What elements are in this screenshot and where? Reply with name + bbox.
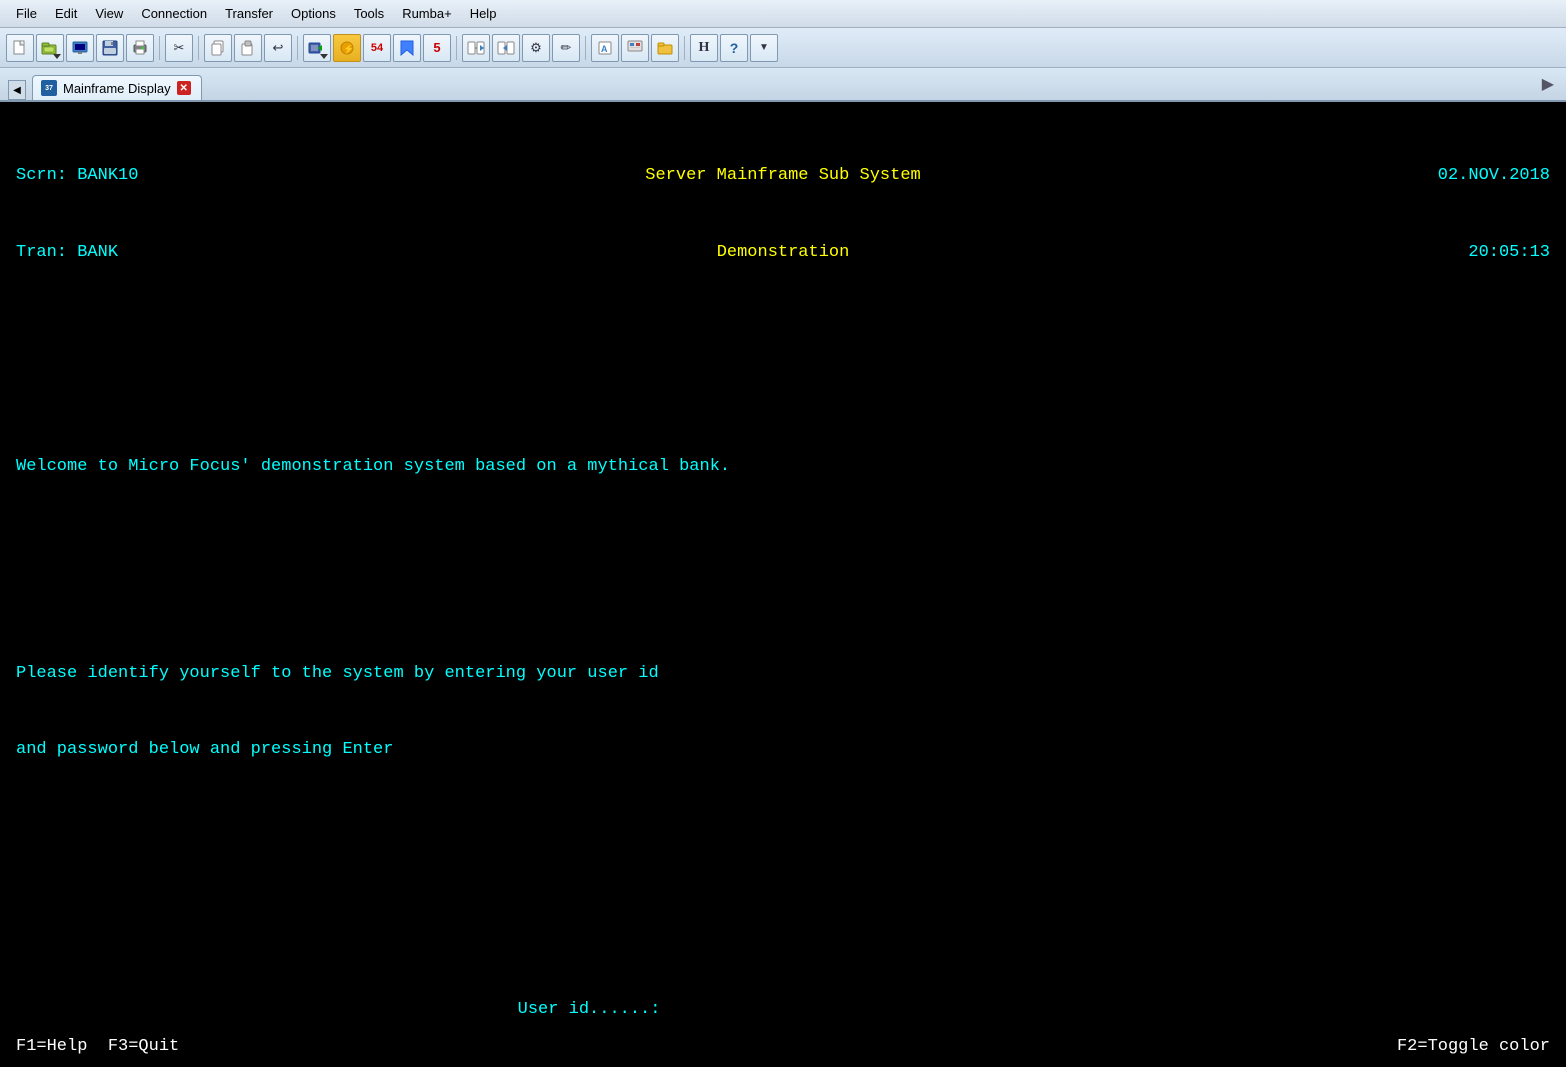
date-display: 02.NOV.2018: [1438, 163, 1550, 189]
tran-label: Tran: BANK: [16, 240, 118, 266]
num5-button[interactable]: 5: [423, 34, 451, 62]
terminal-header-line1: Scrn: BANK10 Server Mainframe Sub System…: [16, 163, 1550, 189]
menu-help[interactable]: Help: [462, 4, 505, 23]
paste2-button[interactable]: [492, 34, 520, 62]
pencil-button[interactable]: ✏: [552, 34, 580, 62]
app-window: File Edit View Connection Transfer Optio…: [0, 0, 1566, 1067]
menu-file[interactable]: File: [8, 4, 45, 23]
status-right: F2=Toggle color: [1397, 1034, 1550, 1060]
please-line2: and password below and pressing Enter: [16, 737, 1550, 763]
menu-rumba[interactable]: Rumba+: [394, 4, 460, 23]
tab-close-button[interactable]: ✕: [177, 81, 191, 95]
folder2-button[interactable]: [651, 34, 679, 62]
open-button[interactable]: [36, 34, 64, 62]
userid-label: User id......:: [518, 1000, 661, 1019]
connect-button[interactable]: ⚡: [333, 34, 361, 62]
sep6: [684, 36, 685, 60]
mainframe-tab[interactable]: 37 Mainframe Display ✕: [32, 75, 202, 100]
status-bar: F1=Help F3=Quit F2=Toggle color: [0, 1026, 1566, 1067]
help-button[interactable]: ?: [720, 34, 748, 62]
menu-view[interactable]: View: [87, 4, 131, 23]
tab-label: Mainframe Display: [63, 81, 171, 96]
scrn-label: Scrn: BANK10: [16, 163, 138, 189]
sep4: [456, 36, 457, 60]
menu-options[interactable]: Options: [283, 4, 344, 23]
record-button[interactable]: [303, 34, 331, 62]
tabbar: ◀ 37 Mainframe Display ✕ ▶: [0, 68, 1566, 102]
svg-text:⚡: ⚡: [343, 43, 354, 55]
menu-connection[interactable]: Connection: [133, 4, 215, 23]
settings-button[interactable]: ⚙: [522, 34, 550, 62]
svg-text:A: A: [601, 44, 608, 54]
sep3: [297, 36, 298, 60]
menu-tools[interactable]: Tools: [346, 4, 392, 23]
bookmark-button[interactable]: [393, 34, 421, 62]
menu-transfer[interactable]: Transfer: [217, 4, 281, 23]
copy-button[interactable]: [204, 34, 232, 62]
sep5: [585, 36, 586, 60]
new-button[interactable]: [6, 34, 34, 62]
terminal-header-line2: Tran: BANK Demonstration 20:05:13: [16, 240, 1550, 266]
bold-h-button[interactable]: H: [690, 34, 718, 62]
system-subtitle: Demonstration: [717, 240, 850, 266]
menu-edit[interactable]: Edit: [47, 4, 85, 23]
time-display: 20:05:13: [1468, 240, 1550, 266]
session-button[interactable]: [66, 34, 94, 62]
sep2: [198, 36, 199, 60]
terminal-screen[interactable]: Scrn: BANK10 Server Mainframe Sub System…: [0, 102, 1566, 1067]
save-button[interactable]: [96, 34, 124, 62]
toolbar-more-button[interactable]: ▼: [750, 34, 778, 62]
undo-button[interactable]: ↩: [264, 34, 292, 62]
num54-button[interactable]: 54: [363, 34, 391, 62]
copy2-button[interactable]: [462, 34, 490, 62]
tab-session-icon: 37: [41, 80, 57, 96]
welcome-line: Welcome to Micro Focus' demonstration sy…: [16, 454, 1550, 480]
export-button[interactable]: [621, 34, 649, 62]
please-line1: Please identify yourself to the system b…: [16, 661, 1550, 687]
paste-button[interactable]: [234, 34, 262, 62]
tab-scroll-left[interactable]: ◀: [8, 80, 26, 100]
cut-button[interactable]: ✂: [165, 34, 193, 62]
sep1: [159, 36, 160, 60]
tab-scroll-right[interactable]: ▶: [1542, 74, 1554, 94]
copy3-button[interactable]: A: [591, 34, 619, 62]
blank-line-2: [16, 556, 1550, 584]
status-left: F1=Help F3=Quit: [16, 1034, 179, 1060]
toolbar: ✂ ↩ ⚡ 54 5 ⚙ ✏ A: [0, 28, 1566, 68]
terminal-container: Scrn: BANK10 Server Mainframe Sub System…: [0, 102, 1566, 1067]
blank-line-3: [16, 839, 1550, 895]
menubar: File Edit View Connection Transfer Optio…: [0, 0, 1566, 28]
system-title: Server Mainframe Sub System: [645, 163, 920, 189]
blank-line-1: [16, 350, 1550, 378]
print-button[interactable]: [126, 34, 154, 62]
